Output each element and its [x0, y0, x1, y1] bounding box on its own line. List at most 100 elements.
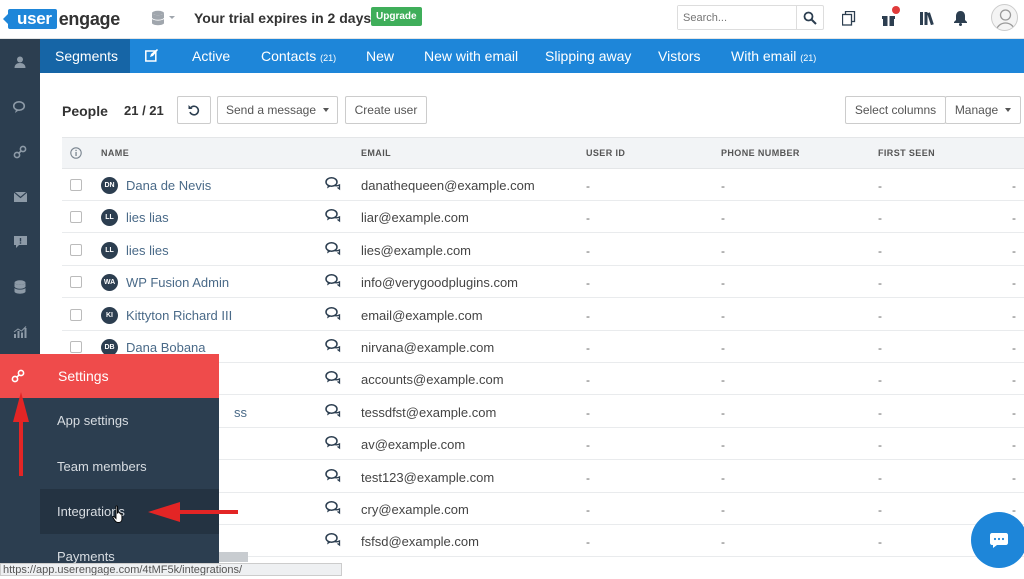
row-checkbox[interactable]	[70, 341, 82, 353]
conversation-icon[interactable]	[325, 533, 341, 547]
conversation-icon[interactable]	[325, 468, 341, 483]
select-columns-button[interactable]: Select columns	[845, 96, 946, 124]
create-user-button[interactable]: Create user	[345, 96, 427, 124]
row-checkbox[interactable]	[70, 179, 82, 191]
user-id-value: -	[586, 405, 590, 420]
table-row[interactable]: WA WP Fusion Admin info@verygoodplugins.co…	[62, 266, 1024, 299]
sidebar-messages[interactable]	[0, 231, 40, 253]
first-seen-value: -	[878, 276, 882, 291]
conversation-icon[interactable]	[325, 436, 341, 450]
menu-item-app-settings[interactable]: App settings	[40, 398, 219, 443]
conversation-icon[interactable]	[325, 501, 341, 515]
table-row[interactable]: LL lies lies lies@example.com - - - -	[62, 234, 1024, 266]
people-count: 21 / 21	[124, 103, 164, 118]
user-name-link[interactable]: Dana de Nevis	[126, 178, 211, 193]
tab-new-with-email[interactable]: New with email	[424, 39, 518, 73]
settings-link-icon	[11, 369, 25, 383]
extra-column-value: -	[1012, 211, 1016, 226]
database-switcher[interactable]	[151, 10, 175, 28]
user-email: info@verygoodplugins.com	[361, 275, 519, 291]
row-checkbox[interactable]	[70, 308, 82, 321]
create-user-label: Create user	[354, 103, 418, 117]
conversation-icon[interactable]	[325, 177, 341, 191]
send-message-dropdown[interactable]: Send a message	[217, 96, 338, 124]
tab-vistors[interactable]: Vistors	[658, 39, 701, 73]
tab-slipping-away[interactable]: Slipping away	[545, 39, 631, 73]
column-user-id[interactable]: USER ID	[586, 148, 625, 158]
library-button[interactable]	[918, 9, 936, 27]
table-row[interactable]: LL lies lias liar@example.com - - - -	[62, 201, 1024, 234]
menu-item-integrations[interactable]: Integrations	[40, 489, 219, 534]
manage-dropdown[interactable]: Manage	[945, 96, 1021, 124]
menu-item-team-members[interactable]: Team members	[40, 444, 219, 489]
user-name-link[interactable]: Kittyton Richard III	[126, 308, 232, 323]
notifications-button[interactable]	[951, 9, 969, 27]
first-seen-value: -	[878, 373, 882, 388]
sidebar-automation[interactable]	[0, 141, 40, 163]
phone-value: -	[721, 341, 725, 355]
row-checkbox[interactable]	[70, 276, 82, 289]
user-name-link[interactable]: ss	[234, 405, 247, 420]
table-row[interactable]: DN Dana de Nevis danathequeen@example.com -…	[62, 169, 1024, 201]
info-icon[interactable]	[70, 147, 82, 159]
conversation-icon[interactable]	[325, 306, 341, 321]
notification-badge	[892, 6, 900, 14]
user-name-link[interactable]: WP Fusion Admin	[126, 275, 229, 290]
search-icon	[803, 11, 817, 25]
tab-new[interactable]: New	[366, 39, 394, 73]
conversation-icon[interactable]	[325, 339, 341, 353]
sidebar-database[interactable]	[0, 276, 40, 298]
user-email: danathequeen@example.com	[361, 178, 535, 193]
sidebar-people[interactable]	[0, 51, 40, 73]
column-phone-number[interactable]: PHONE NUMBER	[721, 148, 800, 158]
user-id-value: -	[586, 535, 590, 550]
phone-value: -	[721, 211, 725, 226]
conversation-icon[interactable]	[325, 209, 341, 223]
horizontal-scrollbar[interactable]	[219, 552, 248, 562]
tab-with-email[interactable]: With email (21)	[731, 39, 816, 73]
first-seen-value: -	[878, 179, 882, 193]
table-row[interactable]: KI Kittyton Richard III email@example.com -…	[62, 299, 1024, 331]
logo-engage-text: engage	[58, 8, 121, 29]
row-checkbox[interactable]	[70, 243, 82, 256]
extra-column-value: -	[1012, 373, 1016, 388]
search-button[interactable]	[796, 6, 823, 29]
user-id-value: -	[586, 373, 590, 388]
user-id-value: -	[586, 179, 590, 193]
tab-label: New	[366, 48, 395, 64]
copy-button[interactable]	[840, 9, 858, 27]
tab-segments[interactable]: Segments	[40, 39, 130, 73]
user-avatar[interactable]	[991, 4, 1018, 31]
column-email[interactable]: EMAIL	[361, 148, 391, 158]
tab-active[interactable]: Active	[192, 39, 230, 73]
column-name[interactable]: NAME	[101, 148, 129, 158]
phone-value: -	[721, 470, 725, 485]
userengage-logo[interactable]: user engage	[3, 8, 121, 30]
user-name-link[interactable]: Dana Bobana	[126, 340, 206, 355]
refresh-button[interactable]	[177, 96, 211, 124]
phone-value: -	[721, 535, 725, 550]
sidebar-conversations[interactable]	[0, 96, 40, 118]
column-first-seen[interactable]: FIRST SEEN	[878, 148, 935, 158]
table-header: NAME EMAIL USER ID PHONE NUMBER FIRST SE…	[62, 137, 1024, 169]
sidebar-analytics[interactable]	[0, 321, 40, 343]
conversation-icon[interactable]	[325, 403, 341, 418]
chat-launcher-button[interactable]	[971, 512, 1024, 568]
library-icon	[919, 12, 934, 25]
phone-value: -	[721, 276, 725, 291]
edit-segments-button[interactable]	[145, 39, 165, 73]
conversation-icon[interactable]	[325, 274, 341, 288]
gift-button[interactable]	[879, 6, 900, 27]
envelope-icon	[13, 192, 27, 202]
conversation-icon[interactable]	[325, 241, 341, 256]
user-name-link[interactable]: lies lies	[126, 243, 169, 258]
tab-contacts[interactable]: Contacts (21)	[261, 39, 336, 73]
settings-menu-header[interactable]: Settings	[0, 354, 219, 398]
user-name-link[interactable]: lies lias	[126, 210, 169, 225]
search-input[interactable]	[678, 6, 796, 29]
row-checkbox[interactable]	[70, 211, 82, 224]
upgrade-button[interactable]: Upgrade	[371, 7, 422, 26]
tab-label: Vistors	[658, 48, 701, 64]
sidebar-mail[interactable]	[0, 186, 40, 208]
conversation-icon[interactable]	[325, 371, 341, 385]
